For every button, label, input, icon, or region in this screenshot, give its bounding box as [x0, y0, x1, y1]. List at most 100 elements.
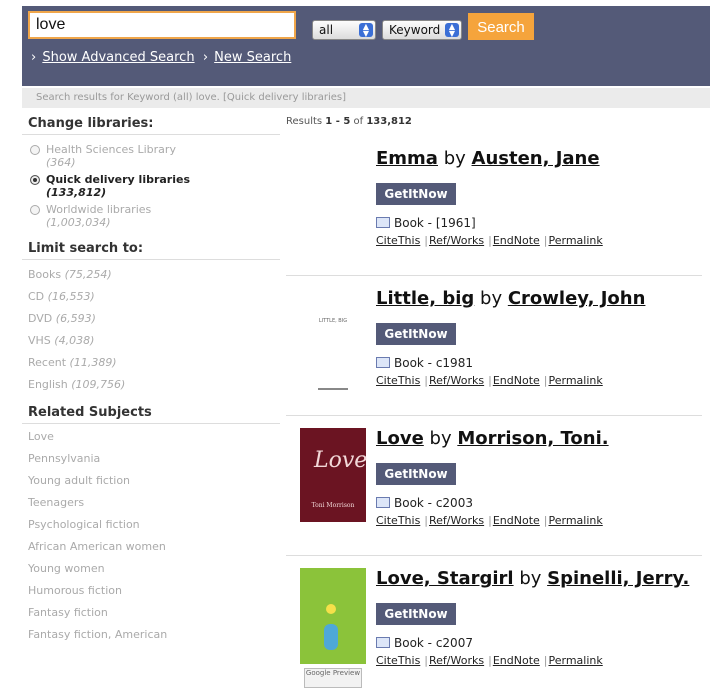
format-text: Book - [1961]: [394, 216, 476, 230]
subject-link[interactable]: Young women: [22, 558, 280, 580]
library-option[interactable]: Quick delivery libraries (133,812): [22, 169, 280, 199]
cover-star: [326, 604, 336, 614]
result-by: by: [480, 288, 503, 309]
result-title-link[interactable]: Love, Stargirl: [376, 568, 514, 589]
limit-item[interactable]: English (109,756): [22, 373, 280, 395]
getitnow-button[interactable]: GetItNow: [376, 323, 456, 345]
limit-label: DVD: [28, 312, 53, 325]
library-option[interactable]: Worldwide libraries (1,003,034): [22, 199, 280, 229]
endnote-link[interactable]: EndNote: [493, 514, 540, 527]
select-arrows-icon: ▲ ▼: [359, 23, 373, 38]
limit-item[interactable]: Recent (11,389): [22, 351, 280, 373]
getitnow-button[interactable]: GetItNow: [376, 183, 456, 205]
scope-value: all: [319, 23, 334, 37]
result-author-link[interactable]: Spinelli, Jerry.: [547, 568, 689, 589]
subject-link[interactable]: Love: [22, 426, 280, 448]
limit-count: (4,038): [54, 334, 95, 347]
cover-figure: [324, 624, 338, 650]
limit-label: Books: [28, 268, 62, 281]
format-text: Book - c2007: [394, 636, 473, 650]
results-prefix: Results: [286, 116, 323, 127]
citethis-link[interactable]: CiteThis: [376, 234, 420, 247]
result-author-link[interactable]: Austen, Jane: [472, 148, 600, 169]
results-count: Results 1 - 5 of 133,812: [286, 116, 412, 127]
results-total: 133,812: [366, 116, 412, 127]
results-range: 1 - 5: [325, 116, 351, 127]
getitnow-button[interactable]: GetItNow: [376, 603, 456, 625]
subject-link[interactable]: Young adult fiction: [22, 470, 280, 492]
radio-selected-icon[interactable]: [30, 175, 40, 185]
search-button[interactable]: Search: [468, 13, 534, 40]
radio-icon[interactable]: [30, 205, 40, 215]
result-format: Book - c2003: [376, 496, 473, 510]
library-label: Worldwide libraries: [46, 203, 152, 216]
book-icon: [376, 637, 390, 648]
limit-item[interactable]: CD (16,553): [22, 285, 280, 307]
refworks-link[interactable]: Ref/Works: [429, 514, 484, 527]
result-title-link[interactable]: Emma: [376, 148, 438, 169]
cover-author: Toni Morrison: [311, 502, 355, 509]
permalink-link[interactable]: Permalink: [549, 514, 603, 527]
getitnow-button[interactable]: GetItNow: [376, 463, 456, 485]
limit-count: (109,756): [71, 378, 126, 391]
change-libraries-heading: Change libraries:: [22, 108, 280, 135]
result-item: Emma by Austen, Jane GetItNow Book - [19…: [286, 138, 702, 276]
result-title-line: Love, Stargirl by Spinelli, Jerry.: [376, 568, 689, 589]
citethis-link[interactable]: CiteThis: [376, 374, 420, 387]
arrow-icon: ›: [202, 50, 209, 65]
result-title-line: Little, big by Crowley, John: [376, 288, 645, 309]
citethis-link[interactable]: CiteThis: [376, 654, 420, 667]
result-links: CiteThis |Ref/Works |EndNote |Permalink: [376, 374, 603, 387]
limit-label: CD: [28, 290, 45, 303]
google-preview-badge[interactable]: Google Preview: [304, 668, 362, 688]
refworks-link[interactable]: Ref/Works: [429, 374, 484, 387]
subject-link[interactable]: African American women: [22, 536, 280, 558]
book-cover-image[interactable]: Google Preview: [300, 568, 366, 688]
subject-link[interactable]: Humorous fiction: [22, 580, 280, 602]
result-title-link[interactable]: Little, big: [376, 288, 474, 309]
format-text: Book - c2003: [394, 496, 473, 510]
library-option[interactable]: Health Sciences Library (364): [22, 139, 280, 169]
book-cover-image[interactable]: Love Toni Morrison: [300, 428, 367, 522]
type-select[interactable]: Keyword ▲ ▼: [382, 20, 462, 40]
new-search-link[interactable]: New Search: [214, 50, 291, 65]
result-title-line: Emma by Austen, Jane: [376, 148, 600, 169]
permalink-link[interactable]: Permalink: [549, 374, 603, 387]
book-cover-image[interactable]: LITTLE, BIG: [300, 292, 366, 402]
advanced-search-link[interactable]: Show Advanced Search: [42, 50, 194, 65]
search-bar: all ▲▼ Keyword ▲▼ Search › Show Advanced…: [22, 6, 710, 86]
subject-link[interactable]: Psychological fiction: [22, 514, 280, 536]
endnote-link[interactable]: EndNote: [493, 234, 540, 247]
divider: [286, 555, 702, 556]
result-author-link[interactable]: Crowley, John: [508, 288, 646, 309]
refworks-link[interactable]: Ref/Works: [429, 234, 484, 247]
subject-link[interactable]: Teenagers: [22, 492, 280, 514]
limit-item[interactable]: DVD (6,593): [22, 307, 280, 329]
library-count: (1,003,034): [46, 216, 111, 229]
book-icon: [376, 357, 390, 368]
result-item: LITTLE, BIG Little, big by Crowley, John…: [286, 278, 702, 416]
permalink-link[interactable]: Permalink: [549, 234, 603, 247]
scope-select[interactable]: all ▲ ▼: [312, 20, 376, 40]
permalink-link[interactable]: Permalink: [549, 654, 603, 667]
results-of: of: [353, 116, 364, 127]
refworks-link[interactable]: Ref/Works: [429, 654, 484, 667]
limit-item[interactable]: Books (75,254): [22, 263, 280, 285]
result-author-link[interactable]: Morrison, Toni.: [457, 428, 608, 449]
result-links: CiteThis |Ref/Works |EndNote |Permalink: [376, 234, 603, 247]
subject-link[interactable]: Fantasy fiction, American: [22, 624, 280, 646]
subject-link[interactable]: Fantasy fiction: [22, 602, 280, 624]
limit-item[interactable]: VHS (4,038): [22, 329, 280, 351]
result-links: CiteThis |Ref/Works |EndNote |Permalink: [376, 514, 603, 527]
endnote-link[interactable]: EndNote: [493, 374, 540, 387]
endnote-link[interactable]: EndNote: [493, 654, 540, 667]
format-text: Book - c1981: [394, 356, 473, 370]
arrow-icon: ›: [31, 50, 37, 65]
citethis-link[interactable]: CiteThis: [376, 514, 420, 527]
subject-link[interactable]: Pennsylvania: [22, 448, 280, 470]
search-input[interactable]: [28, 11, 296, 39]
divider: [286, 415, 702, 416]
limit-label: Recent: [28, 356, 67, 369]
result-title-link[interactable]: Love: [376, 428, 424, 449]
radio-icon[interactable]: [30, 145, 40, 155]
